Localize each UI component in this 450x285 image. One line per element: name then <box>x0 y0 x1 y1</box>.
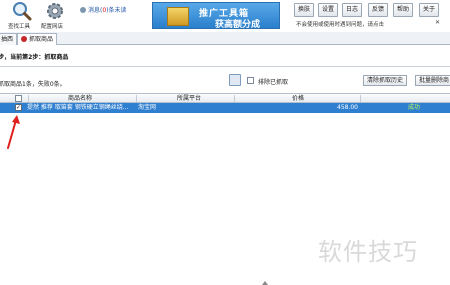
watermark: 软件技巧 <box>318 238 418 266</box>
grab-summary: 抓取商品1条，失败0条。 <box>0 81 66 88</box>
column-separator <box>28 95 29 102</box>
tab-previous[interactable]: 抽西 <box>0 33 18 45</box>
config-store-button[interactable]: 配置网店 <box>40 1 70 31</box>
message-link[interactable]: 消息(0)条未读 <box>80 5 127 14</box>
find-tool-button[interactable]: 查找工具 <box>8 1 38 31</box>
message-prefix: 消息( <box>88 7 103 14</box>
gear-icon <box>47 3 63 19</box>
header-product-name[interactable]: 商品名称 <box>68 94 92 103</box>
select-all-checkbox[interactable] <box>15 95 22 102</box>
tab-grab-products-label: 抓取商品 <box>29 36 54 43</box>
tab-previous-label: 抽西 <box>1 36 14 43</box>
exclude-grabbed-label: 排除已抓取 <box>258 79 289 86</box>
help-button[interactable]: 帮助 <box>393 3 413 17</box>
config-store-label: 配置网店 <box>41 24 64 30</box>
settings-button[interactable]: 设置 <box>318 3 338 17</box>
message-suffix: )条未读 <box>106 7 127 14</box>
row-platform: 淘宝网 <box>138 104 157 111</box>
main-toolbar: 查找工具 配置网店 消息(0)条未读 推广工具箱 获高额分成 换肤 设置 日志 … <box>0 0 450 32</box>
log-button[interactable]: 日志 <box>342 3 362 17</box>
exclude-grabbed-checkbox[interactable] <box>247 77 254 84</box>
product-table-header: 商品名称 所属平台 价格 <box>0 93 450 103</box>
divider <box>0 66 450 67</box>
magnifier-icon <box>13 2 32 21</box>
feedback-button[interactable]: 反馈 <box>368 3 388 17</box>
toolbox-icon <box>167 7 189 26</box>
tab-bar: 抽西 抓取商品 <box>0 32 450 45</box>
close-notice-icon[interactable]: ✕ <box>435 19 443 27</box>
mouse-cursor-icon <box>262 281 268 285</box>
help-notice[interactable]: 不会使用或使用时遇到问题，请点击 <box>296 20 384 28</box>
table-row[interactable]: ✓ 提然 推荐 取笛套 钢铁硬立钢绳丝绕... 淘宝网 458.00 成功 <box>0 103 450 113</box>
column-separator <box>234 95 235 102</box>
row-status: 成功 <box>408 104 421 111</box>
record-icon <box>21 36 27 42</box>
skin-button[interactable]: 换肤 <box>294 3 314 17</box>
about-button[interactable]: 关于 <box>419 3 439 17</box>
tab-grab-products[interactable]: 抓取商品 <box>17 33 58 45</box>
user-icon <box>80 7 86 13</box>
row-checkbox[interactable]: ✓ <box>15 104 22 111</box>
promo-banner[interactable]: 推广工具箱 获高额分成 <box>152 2 280 29</box>
row-product-name: 提然 推荐 取笛套 钢铁硬立钢绳丝绕... <box>27 104 129 111</box>
clear-history-button[interactable]: 清除抓取历史 <box>363 75 407 86</box>
batch-delete-button[interactable]: 批量删除商 <box>415 75 450 86</box>
header-platform[interactable]: 所属平台 <box>177 94 201 103</box>
step-indicator: 2步，当前第2步：抓取商品 <box>0 54 69 61</box>
header-price[interactable]: 价格 <box>292 94 304 103</box>
row-price: 458.00 <box>337 104 358 111</box>
computer-icon[interactable] <box>229 74 241 86</box>
banner-subtitle: 获高额分成 <box>215 20 261 29</box>
column-separator <box>136 95 137 102</box>
column-separator <box>360 95 361 102</box>
annotation-arrow-icon <box>7 115 20 149</box>
find-tool-label: 查找工具 <box>8 24 31 30</box>
